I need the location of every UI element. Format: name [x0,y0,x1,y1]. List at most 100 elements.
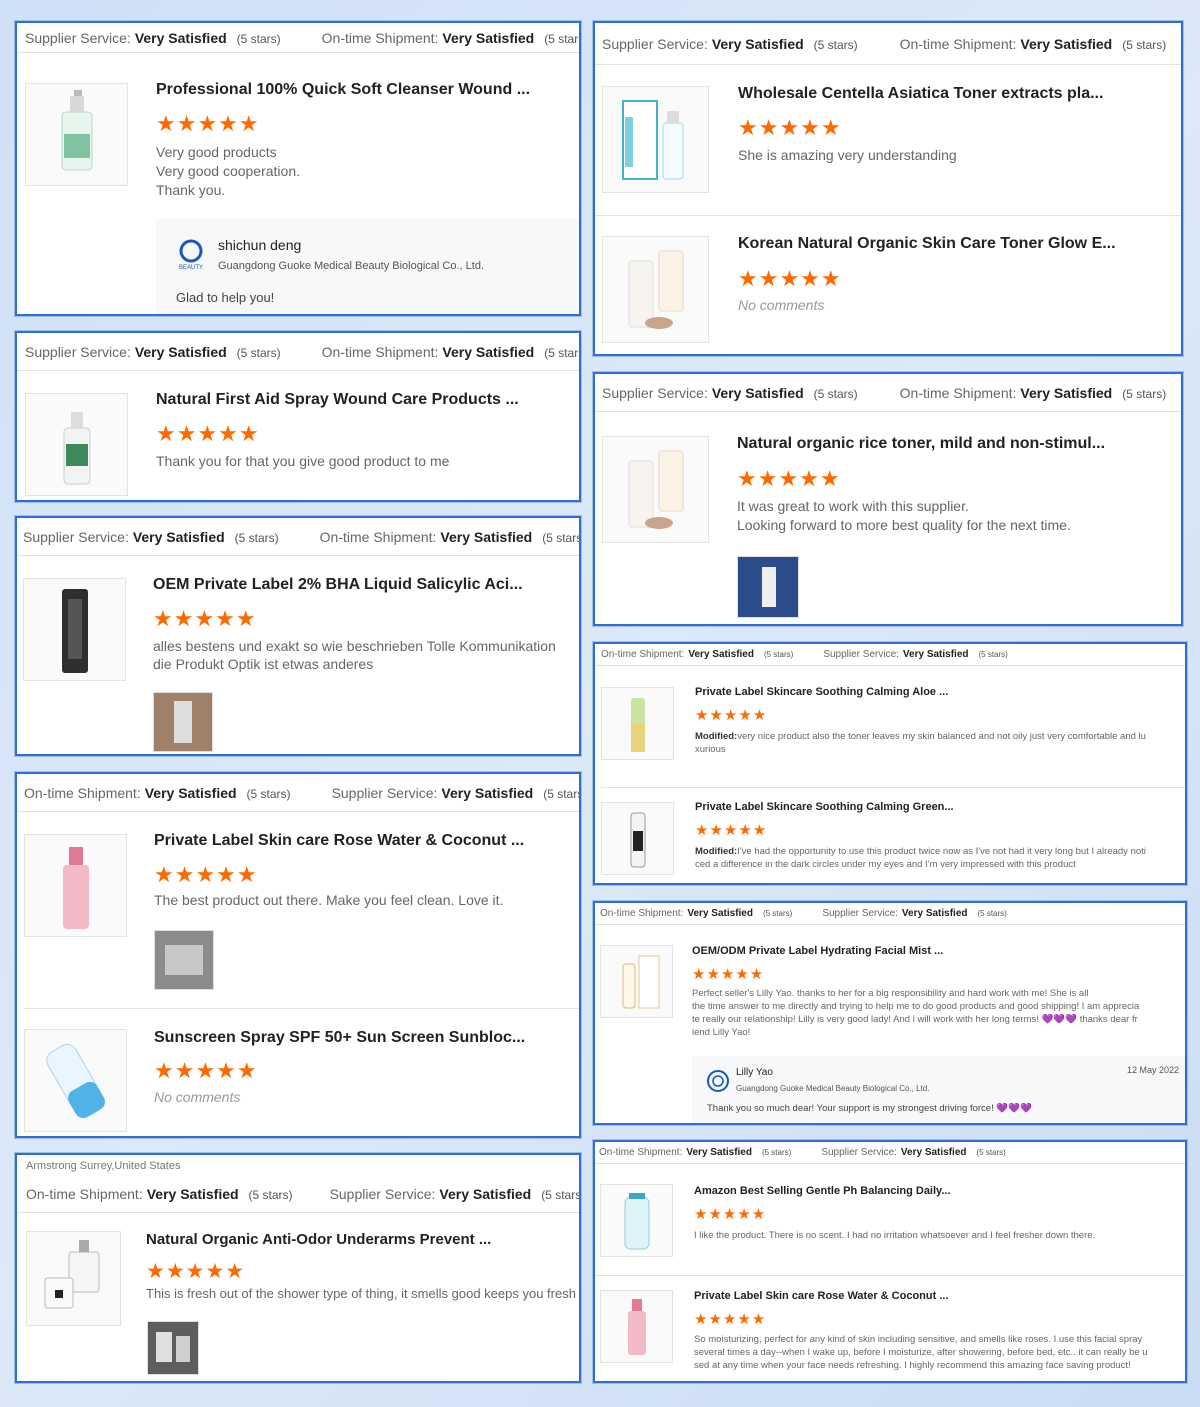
shipment-value: Very Satisfied [440,528,533,545]
review-card-3: Supplier Service: Very Satisfied (5 stars)… [15,516,581,756]
shipment-stars: (5 stars) [1122,37,1167,52]
supplier-service-value: Very Satisfied [439,1185,532,1202]
rating-stars: ★★★★★ [146,1260,246,1283]
review-header: Supplier Service: Very Satisfied (5 stars)… [17,23,579,53]
supplier-service-stars: (5 stars) [978,650,1008,659]
review-text: alles bestens und exakt so wie beschrieb… [153,638,556,672]
supplier-service-label: Supplier Service: [329,1185,436,1202]
supplier-reply: Lilly Yao Guangdong Guoke Medical Beauty… [692,1056,1185,1122]
review-photo[interactable] [154,930,214,990]
review-photo[interactable] [737,556,799,618]
product-thumbnail[interactable] [25,393,128,496]
modified-label: Modified: [695,846,738,857]
svg-text:BEAUTY: BEAUTY [179,265,203,271]
spray-bottle-image [61,90,93,171]
sunscreen-bottle-image [46,1043,105,1118]
supplier-service-label: Supplier Service: [23,528,129,545]
supplier-service-value: Very Satisfied [901,908,968,919]
product-title[interactable]: Korean Natural Organic Skin Care Toner G… [738,235,1116,253]
rating-stars: ★★★★★ [156,111,260,136]
product-title[interactable]: Amazon Best Selling Gentle Ph Balancing … [694,1185,951,1197]
review-header: Supplier Service: Very Satisfied (5 stars)… [595,23,1181,65]
rating-stars: ★★★★★ [692,966,765,983]
rice-toner-image [628,450,684,529]
review-text: Very good products Very good cooperation.… [156,144,300,198]
perfume-bottle-image [44,1240,100,1309]
supplier-service-label: Supplier Service: [822,908,898,919]
review-header: On-time Shipment: Very Satisfied (5 stars)… [595,903,1185,925]
product-title[interactable]: Natural organic rice toner, mild and non… [737,435,1105,453]
product-thumbnail[interactable] [24,1029,127,1132]
product-title[interactable]: OEM/ODM Private Label Hydrating Facial M… [692,945,943,957]
reply-date: 12 May 2022 [1126,1065,1179,1075]
product-thumbnail[interactable] [600,1184,673,1257]
shipment-label: On-time Shipment: [601,649,685,660]
rating-stars: ★★★★★ [695,822,768,839]
review-card-6: Supplier Service: Very Satisfied (5 stars)… [593,21,1183,356]
shipment-stars: (5 stars) [761,1148,792,1157]
product-title[interactable]: Private Label Skin care Rose Water & Coc… [694,1290,949,1302]
shipment-label: On-time Shipment: [899,35,1017,52]
product-thumbnail[interactable] [601,802,674,875]
product-title[interactable]: Wholesale Centella Asiatica Toner extrac… [738,85,1103,103]
product-thumbnail[interactable] [601,687,674,760]
supplier-service-stars: (5 stars) [977,909,1007,918]
review-text: Thank you for that you give good product… [156,453,450,469]
product-thumbnail[interactable] [24,834,127,937]
review-photo[interactable] [147,1321,199,1375]
review-header: Supplier Service: Very Satisfied (5 stars)… [595,374,1181,412]
product-thumbnail[interactable] [600,945,673,1018]
review-header: Supplier Service: Very Satisfied (5 stars)… [17,333,579,371]
item-divider [24,1008,579,1009]
supplier-service-value: Very Satisfied [134,343,227,360]
facial-mist-image [622,955,660,1009]
product-title[interactable]: Sunscreen Spray SPF 50+ Sun Screen Sunbl… [154,1029,525,1047]
product-title[interactable]: Private Label Skincare Soothing Calming … [695,801,954,813]
shipment-value: Very Satisfied [688,649,754,660]
reply-company: Guangdong Guoke Medical Beauty Biologica… [736,1084,930,1093]
product-thumbnail[interactable] [26,1231,121,1326]
product-title[interactable]: Professional 100% Quick Soft Cleanser Wo… [156,81,530,99]
supplier-service-label: Supplier Service: [25,343,131,360]
reply-author-name: Lilly Yao [736,1067,773,1078]
rating-stars: ★★★★★ [154,862,258,887]
review-card-8: On-time Shipment: Very Satisfied (5 stars)… [593,642,1187,885]
rating-stars: ★★★★★ [694,1311,767,1328]
supplier-service-stars: (5 stars) [976,1148,1006,1157]
rating-stars: ★★★★★ [694,1206,767,1223]
reply-message: Thank you so much dear! Your support is … [707,1103,1032,1114]
product-thumbnail[interactable] [23,578,126,681]
product-thumbnail[interactable] [600,1290,673,1363]
review-text: So moisturizing, perfect for any kind of… [694,1334,1148,1371]
product-title[interactable]: Private Label Skincare Soothing Calming … [695,686,948,698]
shipment-value: Very Satisfied [1020,384,1113,401]
heart-icons: 💜💜💜 [1041,1014,1078,1025]
supplier-service-stars: (5 stars) [543,786,579,801]
shipment-value: Very Satisfied [1020,35,1113,52]
review-card-4: On-time Shipment: Very Satisfied (5 stars)… [15,772,581,1138]
shipment-stars: (5 stars) [248,1187,293,1202]
shipment-value: Very Satisfied [686,1147,752,1158]
product-title[interactable]: Natural First Aid Spray Wound Care Produ… [156,391,519,409]
review-card-1: Supplier Service: Very Satisfied (5 stars)… [15,21,581,316]
wash-bottle-image [624,1193,650,1250]
review-photo[interactable] [153,692,213,752]
item-divider [595,1275,1185,1276]
bha-bottle-image [62,589,88,673]
product-title[interactable]: Natural Organic Anti-Odor Underarms Prev… [146,1231,491,1248]
rating-stars: ★★★★★ [154,1058,258,1083]
review-card-10: On-time Shipment: Very Satisfied (5 stars)… [593,1140,1187,1383]
supplier-service-stars: (5 stars) [813,386,858,401]
product-title[interactable]: Private Label Skin care Rose Water & Coc… [154,832,524,850]
supplier-service-label: Supplier Service: [602,35,708,52]
reviewer-location: Armstrong Surrey,United States [26,1160,181,1172]
product-thumbnail[interactable] [602,86,709,193]
product-title[interactable]: OEM Private Label 2% BHA Liquid Salicyli… [153,576,523,594]
rose-water-bottle-image [628,1299,646,1355]
product-thumbnail[interactable] [25,83,128,186]
rating-stars: ★★★★★ [695,707,768,724]
supplier-service-stars: (5 stars) [234,530,279,545]
supplier-service-value: Very Satisfied [900,1147,967,1158]
product-thumbnail[interactable] [602,436,709,543]
product-thumbnail[interactable] [602,236,709,343]
